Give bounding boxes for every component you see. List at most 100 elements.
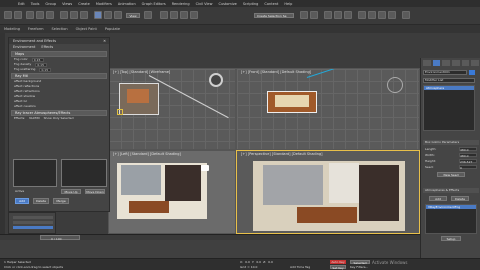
object-color-swatch[interactable] <box>469 70 475 75</box>
auto-key-button[interactable]: Auto Key <box>330 260 346 264</box>
select-by-name-icon[interactable] <box>70 11 78 19</box>
menu-help[interactable]: Help <box>284 2 292 6</box>
close-icon[interactable]: ✕ <box>103 38 109 44</box>
atmos-list[interactable]: VRayEnvironmentFog <box>425 204 477 234</box>
align-icon[interactable] <box>310 11 318 19</box>
unlink-icon[interactable] <box>36 11 44 19</box>
layer-explorer-icon[interactable] <box>324 11 332 19</box>
link-icon[interactable] <box>26 11 34 19</box>
redo-icon[interactable] <box>14 11 22 19</box>
scene-row[interactable] <box>13 216 53 219</box>
menu-group[interactable]: Group <box>45 2 56 6</box>
scene-row-selected[interactable] <box>13 226 53 229</box>
effects-list[interactable] <box>13 159 57 187</box>
menu-content[interactable]: Content <box>264 2 278 6</box>
viewport-label[interactable]: [+] [Perspective] [Standard] [Default Sh… <box>241 152 323 156</box>
x-value[interactable]: 0.0 <box>245 260 250 264</box>
material-editor-icon[interactable] <box>358 11 366 19</box>
key-mode-dropdown[interactable]: Selected <box>350 260 370 265</box>
param-value[interactable]: 0 <box>459 165 477 170</box>
menu-modifiers[interactable]: Modifiers <box>96 2 112 6</box>
new-seed-button[interactable]: New Seed <box>437 172 465 177</box>
selection-set-dropdown[interactable]: Create Selection Se <box>254 13 294 18</box>
create-tab-icon[interactable] <box>423 60 431 66</box>
viewport-label[interactable]: [+] [Top] [Standard] [Wireframe] <box>113 70 170 74</box>
viewport-left[interactable]: [+] [Left] [Standard] [Default Shading] <box>108 150 236 234</box>
hierarchy-tab-icon[interactable] <box>442 60 451 66</box>
delete-button[interactable]: Delete <box>33 198 49 204</box>
menu-rendering[interactable]: Rendering <box>172 2 190 6</box>
tab-effects[interactable]: Effects <box>41 44 53 50</box>
y-value[interactable]: 0.0 <box>256 260 261 264</box>
snap-toggle-icon[interactable] <box>160 11 168 19</box>
rotate-icon[interactable] <box>104 11 112 19</box>
menu-edit[interactable]: Edit <box>18 2 25 6</box>
move-down-button[interactable]: Move Down <box>85 189 105 194</box>
spinner-snap-icon[interactable] <box>190 11 198 19</box>
bind-space-warp-icon[interactable] <box>46 11 54 19</box>
move-up-button[interactable]: Move Up <box>61 189 81 194</box>
tab-environment[interactable]: Environment <box>13 44 35 50</box>
param-value[interactable]: 480.0 <box>459 147 477 152</box>
modifier-list-dropdown[interactable]: Modifier List <box>423 78 475 83</box>
viewport-perspective[interactable]: [+] [Perspective] [Standard] [Default Sh… <box>236 150 420 234</box>
row-value[interactable]: 0.15 <box>39 67 52 72</box>
merge-button[interactable]: Merge <box>53 198 69 204</box>
motion-tab-icon[interactable] <box>452 60 460 66</box>
render-setup-icon[interactable] <box>368 11 376 19</box>
z-value[interactable]: 0.0 <box>268 260 273 264</box>
menu-views[interactable]: Views <box>62 2 72 6</box>
menu-scripting[interactable]: Scripting <box>243 2 259 6</box>
menu-tools[interactable]: Tools <box>31 2 40 6</box>
viewport-front[interactable]: [+] [Front] [Standard] [Default Shading] <box>236 68 420 150</box>
show-only-selected-label[interactable]: Show Only Selected <box>44 116 74 121</box>
add-button[interactable]: Add <box>15 198 29 204</box>
object-name-field[interactable]: Environment001 <box>423 70 467 75</box>
move-icon[interactable] <box>94 11 102 19</box>
row-value[interactable]: 0.15 <box>35 62 48 67</box>
select-object-icon[interactable] <box>60 11 68 19</box>
modify-tab-icon[interactable] <box>432 60 441 66</box>
checkbox-row[interactable]: affect caustics <box>9 104 109 109</box>
track-bar[interactable] <box>0 240 420 258</box>
param-value[interactable]: 236.527 <box>459 159 477 164</box>
setup-button[interactable]: Setup <box>441 236 461 241</box>
angle-snap-icon[interactable] <box>170 11 178 19</box>
stack-item[interactable]: Atmosphere <box>424 86 474 90</box>
atmos-delete-button[interactable]: Delete <box>451 196 469 201</box>
param-value[interactable]: 480.0 <box>459 153 477 158</box>
viewport-top[interactable]: [+] [Top] [Standard] [Wireframe] <box>108 68 236 150</box>
pivot-center-icon[interactable] <box>144 11 152 19</box>
tab-selection[interactable]: Selection <box>52 27 68 31</box>
effects-preview[interactable] <box>61 159 107 187</box>
menu-create[interactable]: Create <box>78 2 90 6</box>
reference-coord-dropdown[interactable]: View <box>126 13 140 18</box>
tab-object-paint[interactable]: Object Paint <box>76 27 97 31</box>
viewport-label[interactable]: [+] [Front] [Standard] [Default Shading] <box>241 70 311 74</box>
curve-editor-icon[interactable] <box>334 11 342 19</box>
rect-selection-icon[interactable] <box>80 11 88 19</box>
tab-freeform[interactable]: Freeform <box>28 27 44 31</box>
viewcube-icon[interactable] <box>387 77 403 93</box>
active-label[interactable]: Active <box>15 189 24 193</box>
row-value[interactable]: 0.15 <box>31 57 44 62</box>
atmos-add-button[interactable]: Add <box>429 196 447 201</box>
scale-icon[interactable] <box>114 11 122 19</box>
viewcube-icon[interactable] <box>209 73 223 87</box>
rollout-atmospheres-effects[interactable]: Atmospheres & Effects <box>423 188 479 193</box>
camera-icon[interactable] <box>201 165 209 171</box>
percent-snap-icon[interactable] <box>180 11 188 19</box>
render-icon[interactable] <box>388 11 396 19</box>
atmos-list-item[interactable]: VRayEnvironmentFog <box>426 205 476 209</box>
light-icon[interactable] <box>117 109 123 115</box>
schematic-view-icon[interactable] <box>344 11 352 19</box>
menu-animation[interactable]: Animation <box>118 2 136 6</box>
mirror-icon[interactable] <box>300 11 308 19</box>
display-tab-icon[interactable] <box>461 60 470 66</box>
utilities-tab-icon[interactable] <box>471 60 480 66</box>
tab-modeling[interactable]: Modeling <box>4 27 20 31</box>
key-filters-button[interactable]: Key Filters... <box>350 265 368 269</box>
add-time-tag[interactable]: Add Time Tag <box>290 265 310 269</box>
scene-row[interactable] <box>13 221 53 224</box>
modifier-stack[interactable]: Atmosphere <box>423 85 475 131</box>
